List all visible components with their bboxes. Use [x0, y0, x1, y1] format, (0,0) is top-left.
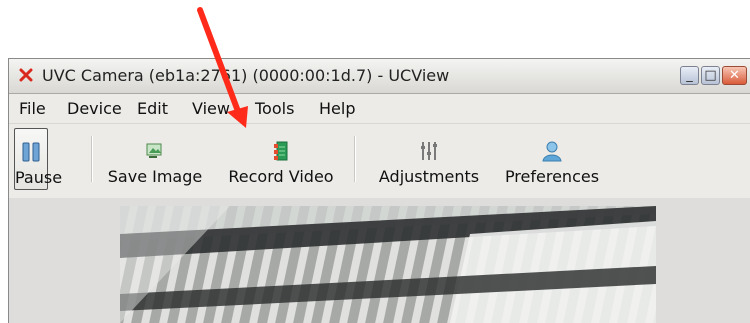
toolbar: Pause Save Image Record Video Adjustment… — [9, 123, 750, 199]
menu-file[interactable]: File — [19, 99, 46, 118]
menu-help[interactable]: Help — [319, 99, 355, 118]
minimize-icon: _ — [686, 68, 693, 83]
app-window: UVC Camera (eb1a:2761) (0000:00:1d.7) - … — [8, 58, 750, 323]
red-x-icon — [19, 68, 33, 82]
save-image-label: Save Image — [107, 167, 203, 186]
preferences-button[interactable]: Preferences — [492, 128, 612, 190]
close-icon: ✕ — [729, 68, 740, 83]
menu-edit[interactable]: Edit — [137, 99, 168, 118]
camera-preview — [120, 206, 656, 323]
toolbar-separator — [354, 136, 356, 182]
adjustments-button[interactable]: Adjustments — [364, 128, 494, 190]
pause-label: Pause — [15, 168, 63, 187]
maximize-icon: □ — [704, 68, 717, 83]
adjustments-icon — [421, 142, 437, 160]
record-video-label: Record Video — [228, 167, 334, 186]
adjustments-label: Adjustments — [378, 167, 480, 186]
maximize-button[interactable]: □ — [701, 66, 720, 85]
menu-bar: File Device Edit View Tools Help — [9, 94, 750, 123]
video-viewport — [9, 198, 750, 323]
record-video-icon — [274, 141, 288, 161]
minimize-button[interactable]: _ — [680, 66, 699, 85]
toolbar-separator — [91, 136, 93, 182]
preferences-icon — [542, 141, 562, 162]
preferences-label: Preferences — [504, 167, 600, 186]
menu-device[interactable]: Device — [67, 99, 122, 118]
close-button[interactable]: ✕ — [722, 66, 747, 85]
save-image-icon — [146, 143, 162, 158]
pause-icon — [22, 142, 40, 162]
titlebar[interactable]: UVC Camera (eb1a:2761) (0000:00:1d.7) - … — [9, 59, 750, 94]
annotation-arrow — [197, 7, 248, 128]
pause-button[interactable]: Pause — [14, 128, 63, 190]
